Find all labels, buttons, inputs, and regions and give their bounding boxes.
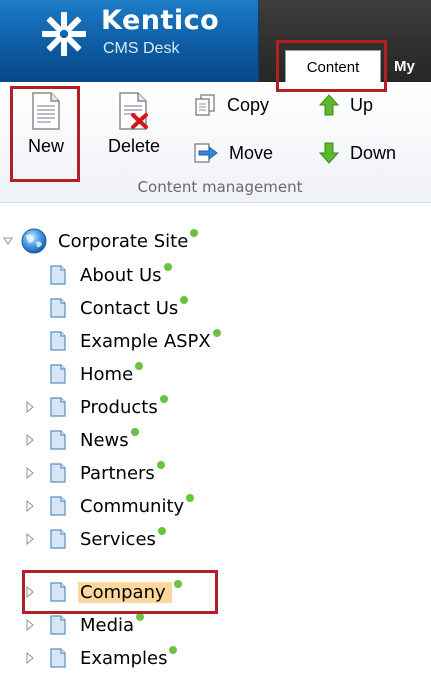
page-icon [50,397,66,417]
page-icon [50,364,66,384]
tree-item-label: Services [80,528,156,550]
copy-icon [195,94,215,116]
published-status-icon [212,329,221,337]
move-label: Move [229,142,274,163]
tree-item-partners[interactable]: Partners [22,458,165,488]
expand-arrow-icon[interactable] [22,498,38,514]
page-icon [50,265,66,285]
published-status-icon [186,494,195,502]
page-icon [50,582,66,602]
arrow-up-icon [318,94,340,116]
expand-arrow-icon[interactable] [22,650,38,666]
delete-document-icon [119,92,148,130]
kentico-logo-icon [42,12,86,56]
collapse-icon[interactable] [0,233,16,249]
new-label: New [27,136,64,156]
published-status-icon [130,428,139,436]
move-button[interactable]: Move [193,140,273,166]
delete-label: Delete [107,136,161,156]
tree-item-examples[interactable]: Examples [22,643,178,673]
brand-name: Kentico [101,5,220,36]
kentico-logo[interactable]: Kentico CMS Desk [0,0,259,82]
tree-item-company[interactable]: Company [22,577,182,607]
move-down-button[interactable]: Down [318,140,396,166]
tab-my[interactable]: My [394,50,415,82]
tree-item-products[interactable]: Products [22,392,168,422]
tree-item-example-aspx[interactable]: Example ASPX [22,326,221,356]
page-icon [50,430,66,450]
tree-item-label-selected: Company [78,581,172,603]
down-label: Down [350,142,397,163]
expand-arrow-icon[interactable] [22,465,38,481]
published-status-icon [136,613,145,621]
expand-arrow-icon[interactable] [22,584,38,600]
tree-item-about-us[interactable]: About Us [22,260,172,290]
page-icon [50,463,66,483]
expand-arrow-icon[interactable] [22,531,38,547]
page-icon [50,298,66,318]
expand-arrow-icon[interactable] [22,432,38,448]
move-icon [194,143,218,163]
expand-arrow-icon[interactable] [22,399,38,415]
published-status-icon [157,527,166,535]
tree-item-contact-us[interactable]: Contact Us [22,293,189,323]
published-status-icon [156,461,165,469]
published-status-icon [180,296,189,304]
tree-root-label: Corporate Site [58,230,189,252]
expand-arrow-icon[interactable] [22,617,38,633]
tree-root-corporate-site[interactable]: Corporate Site [0,226,199,256]
up-label: Up [350,94,374,115]
tree-item-label: Community [80,495,185,517]
published-status-icon [159,395,168,403]
tree-item-community[interactable]: Community [22,491,195,521]
tree-item-media[interactable]: Media [22,610,145,640]
new-button[interactable]: New [16,92,76,157]
tree-item-label: Partners [80,462,155,484]
tree-item-label: Contact Us [80,297,179,319]
published-status-icon [190,229,199,237]
tree-item-label: Products [80,396,158,418]
published-status-icon [173,580,182,588]
page-icon [50,615,66,635]
published-status-icon [169,646,178,654]
published-status-icon [135,362,144,370]
tree-item-label: About Us [80,264,162,286]
product-name: CMS Desk [103,40,180,57]
tree-item-news[interactable]: News [22,425,139,455]
tree-item-home[interactable]: Home [22,359,144,389]
content-management-group-label: Content management [137,178,303,196]
tab-content[interactable]: Content [285,50,381,83]
tree-item-services[interactable]: Services [22,524,166,554]
app-header: Kentico CMS Desk Content My [0,0,431,83]
tree-item-label: Examples [80,647,168,669]
delete-button[interactable]: Delete [104,92,164,157]
move-up-button[interactable]: Up [318,92,373,118]
tree-item-label: News [80,429,129,451]
page-icon [50,648,66,668]
tree-item-label: Media [80,614,135,636]
copy-button[interactable]: Copy [193,92,269,118]
page-icon [50,496,66,516]
tree-item-label: Example ASPX [80,330,211,352]
tree-item-label: Home [80,363,134,385]
arrow-down-icon [318,142,340,164]
globe-icon [21,228,47,254]
page-icon [50,331,66,351]
ribbon-toolbar: New Delete Copy Move Up Down Content man… [0,82,431,203]
published-status-icon [163,263,172,271]
new-document-icon [32,92,60,130]
page-icon [50,529,66,549]
copy-label: Copy [227,94,270,115]
